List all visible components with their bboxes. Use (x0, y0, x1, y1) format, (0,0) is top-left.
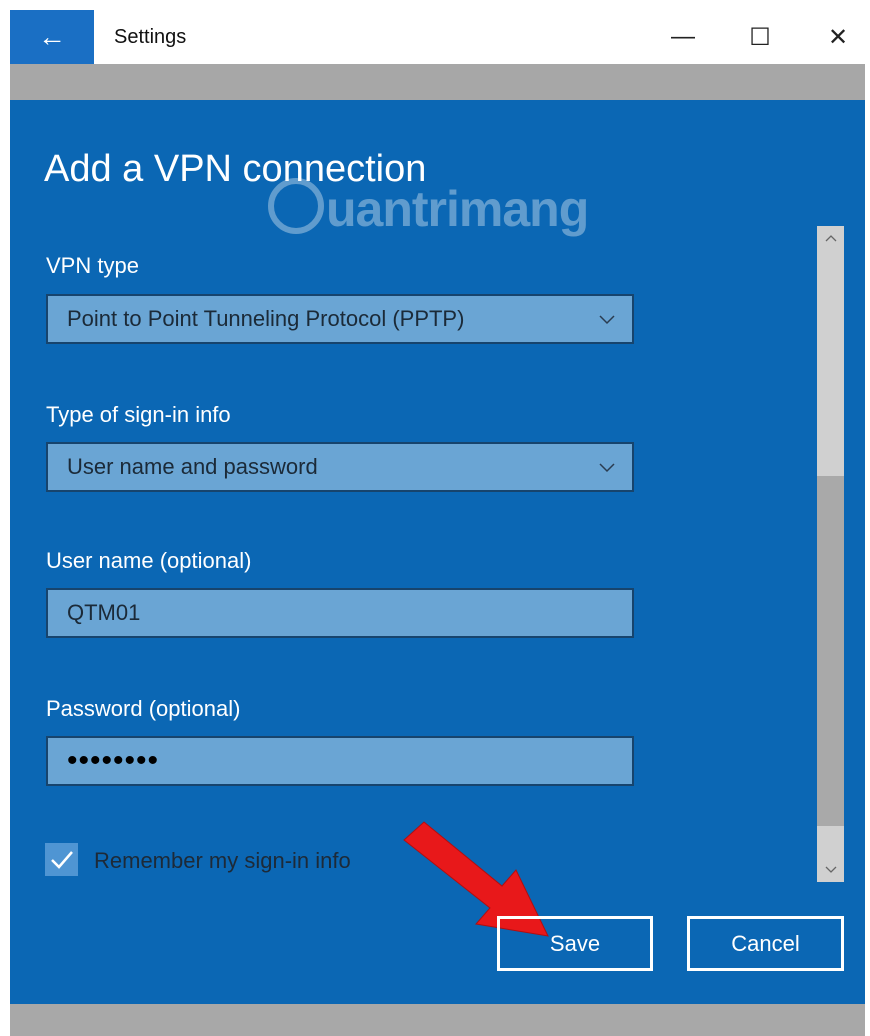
remember-checkbox[interactable] (45, 843, 78, 876)
vpn-dialog-panel: Add a VPN connection uantrimang VPN type… (10, 100, 865, 1004)
title-bar: ← Settings — ☐ ✕ (10, 10, 865, 64)
back-arrow-icon: ← (38, 21, 66, 52)
checkmark-icon (50, 850, 73, 869)
signin-type-select[interactable]: User name and password (46, 442, 634, 492)
signin-type-value: User name and password (67, 454, 318, 479)
minimize-button[interactable]: — (660, 18, 706, 56)
password-label: Password (optional) (46, 696, 241, 721)
save-button[interactable]: Save (497, 916, 653, 971)
maximize-icon: ☐ (749, 23, 771, 51)
close-icon: ✕ (827, 23, 849, 51)
scroll-up-icon[interactable] (817, 226, 844, 250)
password-input[interactable]: •••••••• (46, 736, 634, 786)
scrollbar-thumb[interactable] (817, 476, 844, 826)
username-value: QTM01 (67, 600, 141, 625)
top-gray-strip (10, 64, 865, 100)
signin-type-label: Type of sign-in info (46, 402, 231, 427)
username-input[interactable]: QTM01 (46, 588, 634, 638)
cancel-button[interactable]: Cancel (687, 916, 844, 971)
username-label: User name (optional) (46, 548, 252, 573)
watermark: uantrimang (268, 178, 589, 238)
password-masked-value: •••••••• (67, 744, 160, 777)
chevron-down-icon (599, 463, 615, 473)
close-button[interactable]: ✕ (815, 18, 861, 56)
window-title: Settings (114, 26, 187, 48)
vpn-type-select[interactable]: Point to Point Tunneling Protocol (PPTP) (46, 294, 634, 344)
maximize-button[interactable]: ☐ (737, 18, 783, 56)
remember-label[interactable]: Remember my sign-in info (94, 848, 351, 874)
chevron-down-icon (599, 315, 615, 325)
scroll-down-icon[interactable] (817, 858, 844, 882)
vpn-type-label: VPN type (46, 253, 139, 278)
watermark-text: uantrimang (326, 181, 589, 237)
minimize-icon: — (671, 23, 695, 50)
scrollbar[interactable] (817, 226, 844, 882)
back-button[interactable]: ← (10, 10, 94, 64)
watermark-logo-icon (268, 178, 324, 234)
settings-window: ← Settings — ☐ ✕ Add a VPN connection ua… (10, 10, 865, 1036)
vpn-type-value: Point to Point Tunneling Protocol (PPTP) (67, 306, 465, 331)
bottom-gray-strip (10, 1004, 865, 1036)
